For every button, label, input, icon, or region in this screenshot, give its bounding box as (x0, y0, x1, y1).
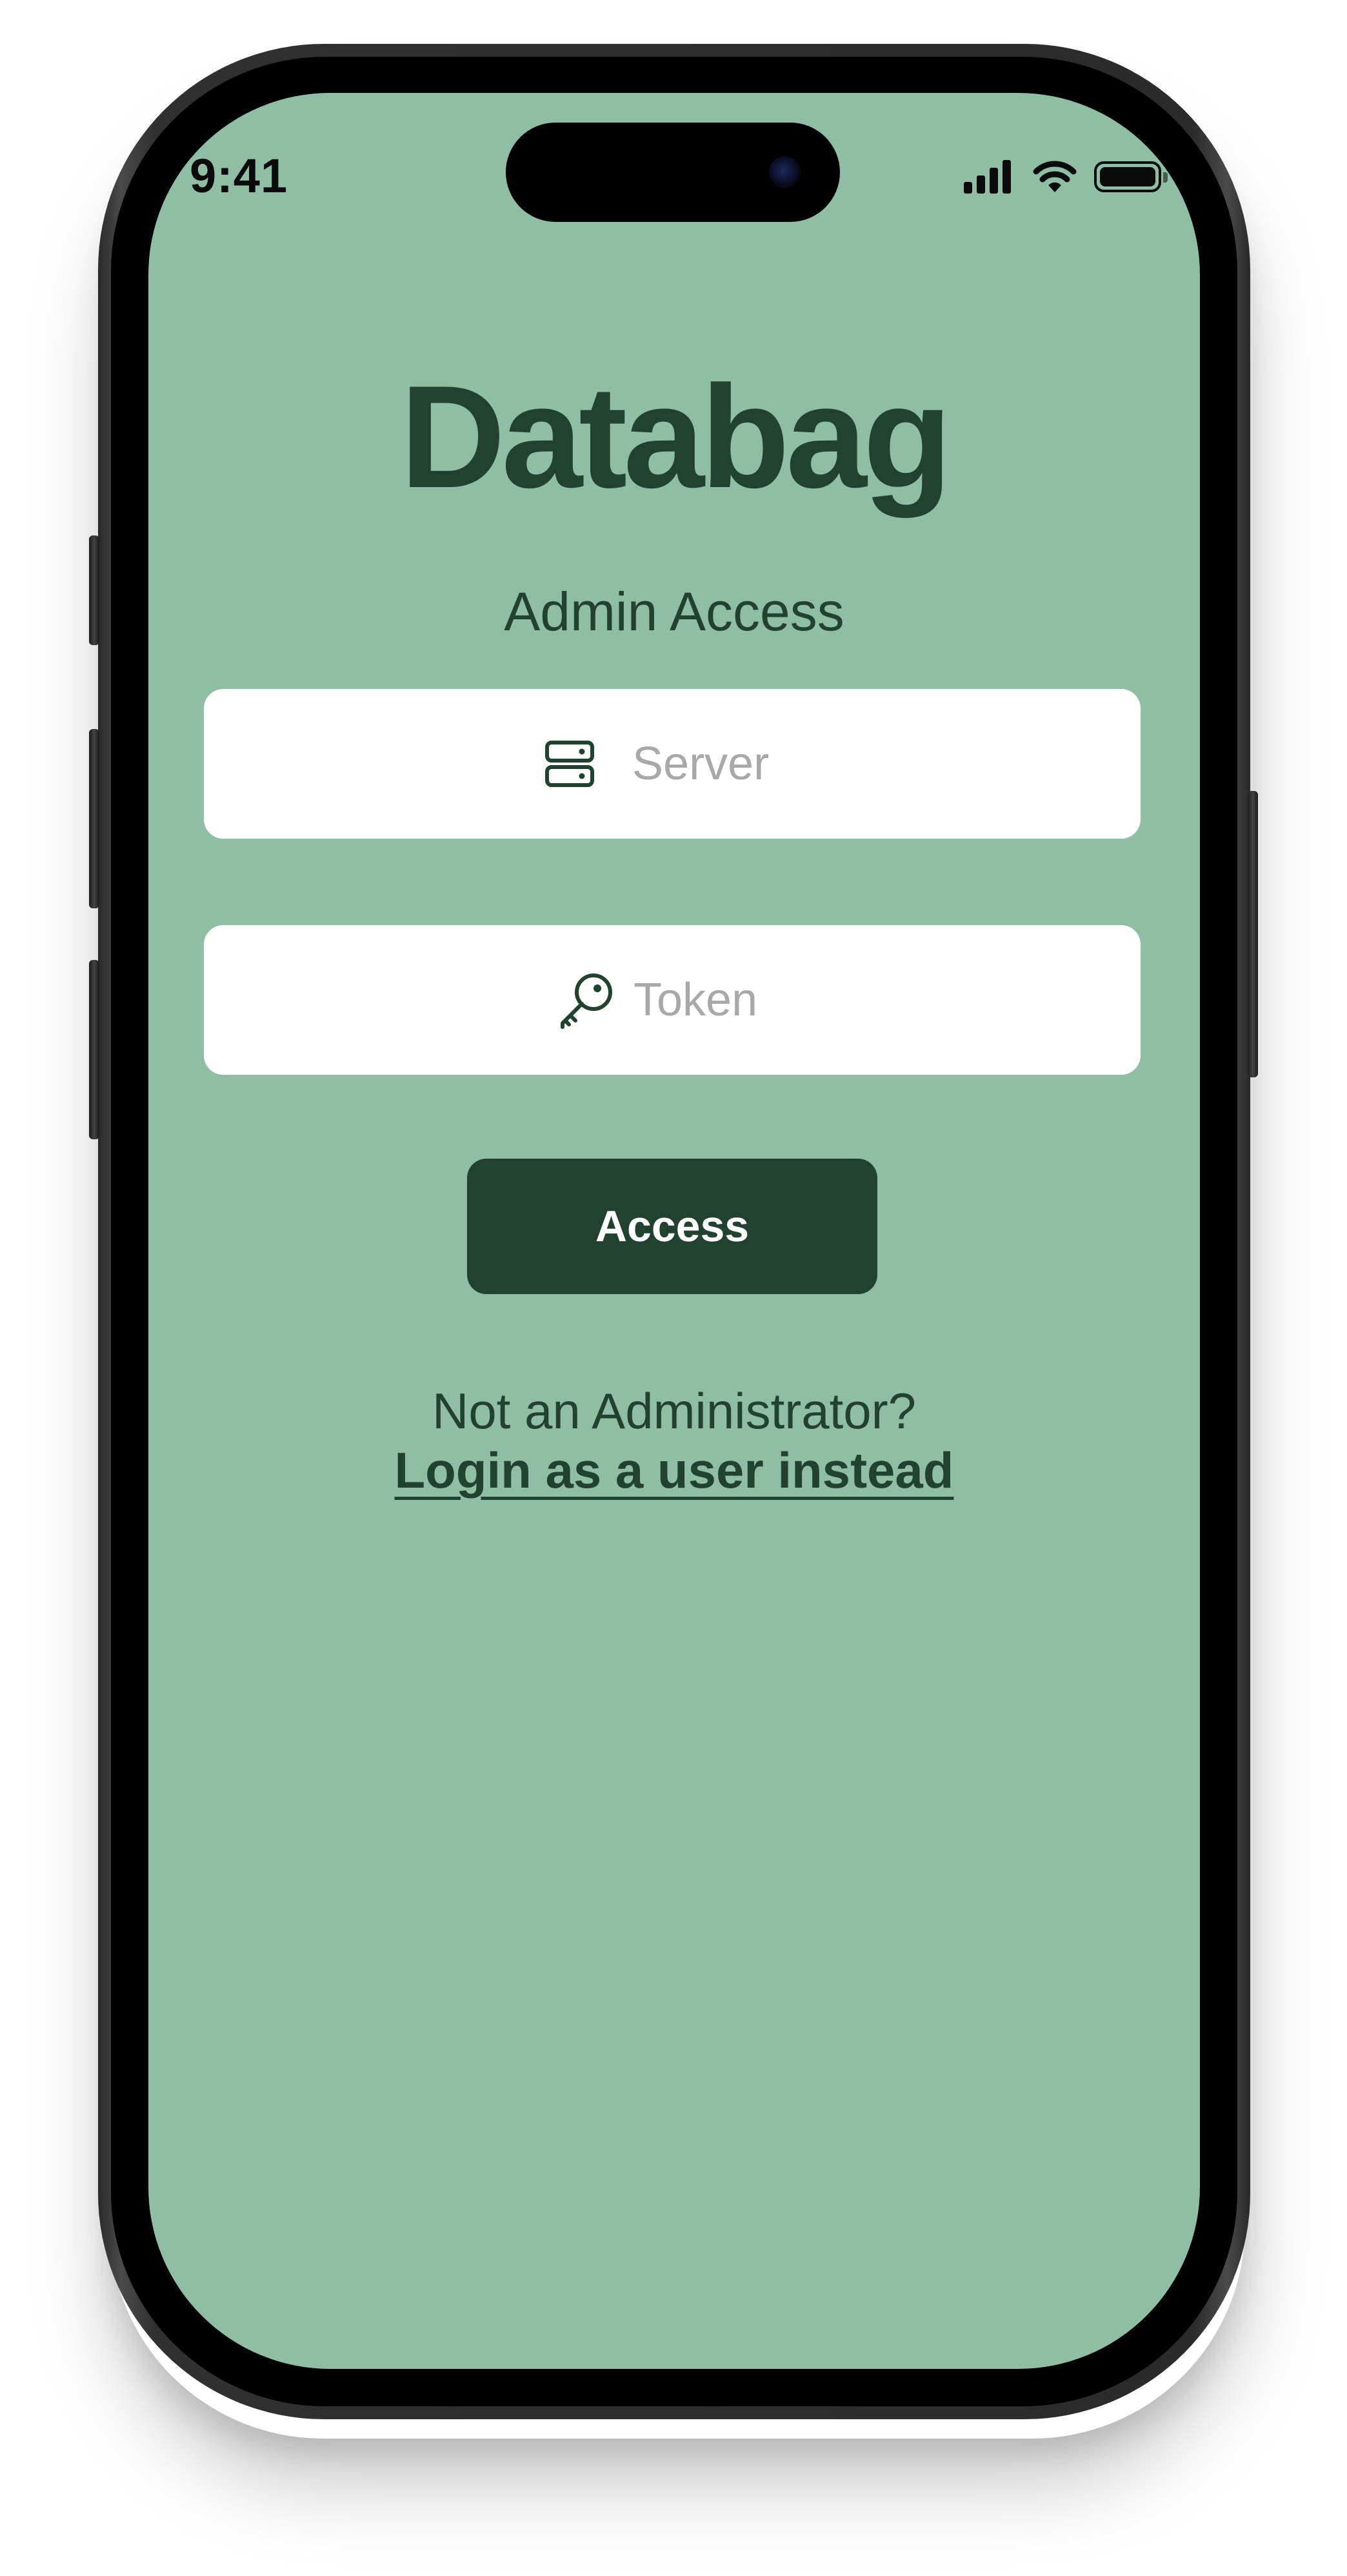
token-field[interactable] (204, 925, 1141, 1075)
app-title: Databag (400, 355, 952, 518)
wifi-icon (1033, 161, 1077, 192)
token-input[interactable] (634, 973, 788, 1026)
login-as-user-link[interactable]: Login as a user instead (395, 1442, 954, 1499)
server-icon (544, 740, 595, 788)
volume-down-button (89, 960, 99, 1139)
not-admin-prompt: Not an Administrator? (432, 1383, 917, 1439)
volume-up-button (89, 729, 99, 908)
action-button (89, 535, 99, 645)
dynamic-island (506, 123, 840, 222)
status-icons (964, 157, 1168, 196)
device-mockup: 9:41 Databag Admin Access Server Access … (0, 0, 1347, 2576)
login-as-user-link-row: Login as a user instead (148, 1445, 1200, 1495)
server-input[interactable] (632, 737, 800, 790)
status-time: 9:41 (190, 149, 288, 203)
access-button[interactable]: Access (467, 1159, 877, 1294)
power-button (1248, 791, 1258, 1077)
page-subtitle: Admin Access (504, 581, 844, 642)
key-icon (556, 970, 615, 1030)
server-field[interactable] (204, 689, 1141, 839)
signal-icon (964, 160, 1015, 194)
battery-icon (1094, 161, 1168, 192)
app-screen: 9:41 Databag Admin Access Server Access … (148, 93, 1200, 2369)
camera-icon (769, 156, 801, 188)
